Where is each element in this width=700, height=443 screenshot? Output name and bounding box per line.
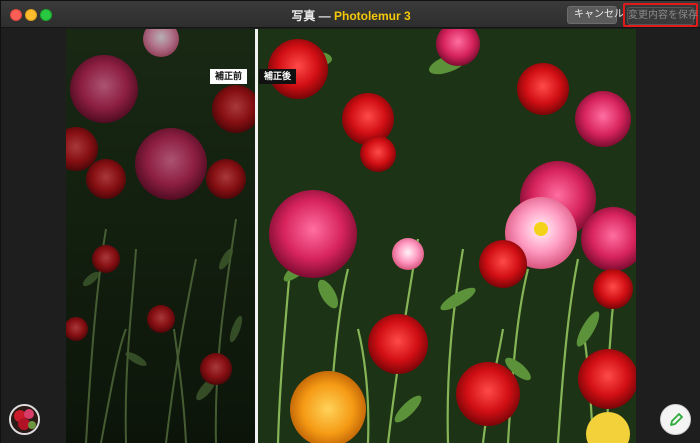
before-label: 補正前: [210, 69, 248, 84]
brush-icon[interactable]: [660, 404, 691, 435]
right-margin: [636, 29, 700, 443]
left-margin: [1, 29, 66, 443]
after-label: 補正後: [259, 69, 297, 84]
window-title-prefix: 写真 —: [291, 9, 334, 23]
title-bar: 写真 — Photolemur 3 キャンセル 変更内容を保存: [1, 1, 700, 28]
before-photo: [66, 29, 255, 443]
after-photo: [258, 29, 636, 443]
photolemur-window: 写真 — Photolemur 3 キャンセル 変更内容を保存 補正前 補正後: [0, 0, 700, 443]
cancel-button[interactable]: キャンセル: [567, 6, 624, 24]
save-changes-button[interactable]: 変更内容を保存: [627, 7, 698, 25]
photo-thumbnail-icon[interactable]: [9, 404, 40, 435]
comparison-divider-handle[interactable]: [255, 29, 258, 443]
photo-comparison-stage: 補正前 補正後: [66, 29, 636, 443]
save-button-highlight: 変更内容を保存: [623, 3, 698, 27]
app-name: Photolemur 3: [333, 9, 411, 23]
